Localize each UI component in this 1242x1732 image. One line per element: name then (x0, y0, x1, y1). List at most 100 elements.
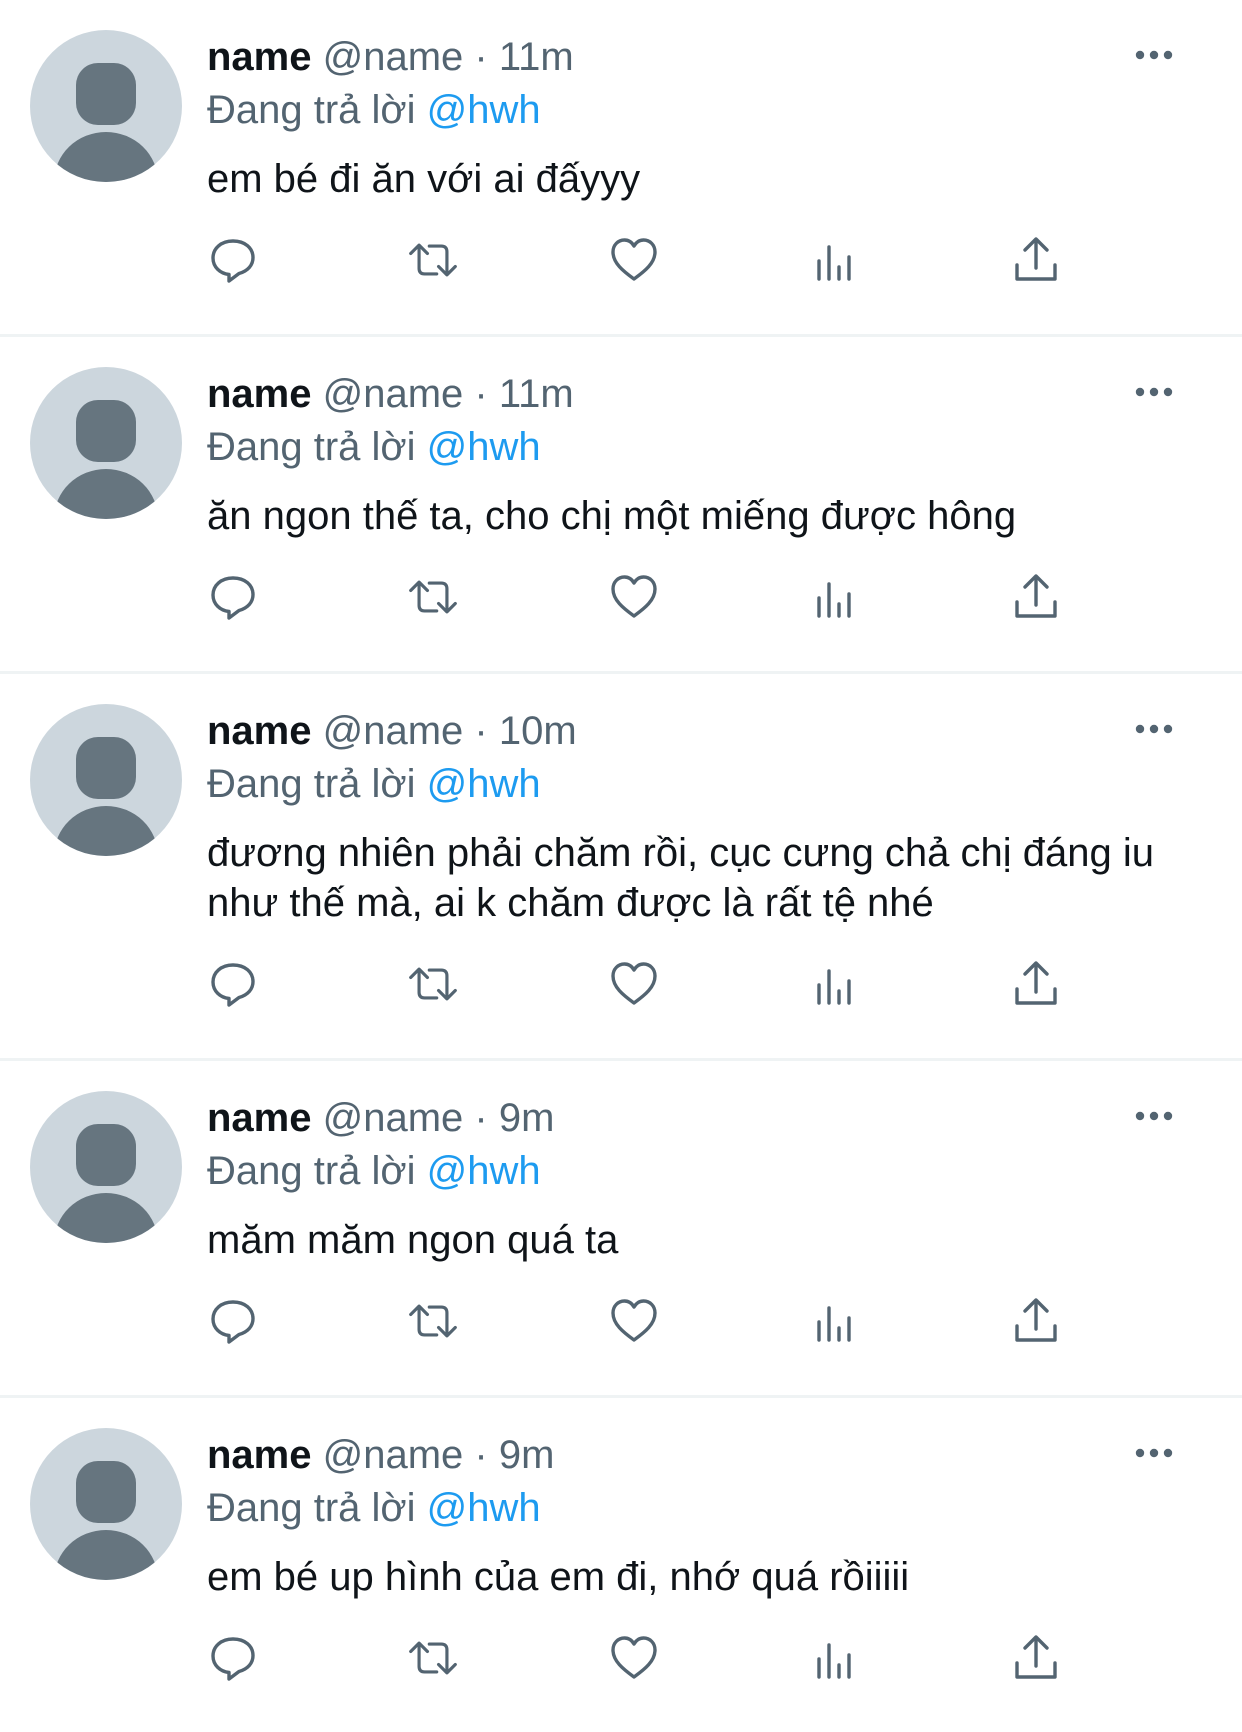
like-icon (611, 1636, 657, 1679)
display-name[interactable]: name (207, 709, 312, 753)
reply-icon (211, 963, 255, 1007)
share-icon (1015, 961, 1057, 1005)
tweet-text: ăn ngon thế ta, cho chị một miếng được h… (207, 494, 1017, 538)
tweet-text: măm măm ngon quá ta (207, 1218, 619, 1262)
views-button[interactable] (809, 234, 861, 286)
like-icon (611, 575, 657, 618)
views-button[interactable] (809, 1295, 861, 1347)
more-icon[interactable] (1134, 1109, 1174, 1123)
handle[interactable]: @name (323, 709, 464, 753)
handle[interactable]: @name (323, 1096, 464, 1140)
reply-button[interactable] (207, 1632, 259, 1684)
display-name[interactable]: name (207, 35, 312, 79)
share-button[interactable] (1010, 234, 1062, 286)
like-button[interactable] (608, 234, 660, 286)
tweet-header: name @name · 9m (207, 1428, 1182, 1482)
retweet-button[interactable] (407, 1295, 459, 1347)
reply-prefix: Đang trả lời (207, 88, 416, 132)
tweet-text: em bé đi ăn với ai đấyyy (207, 157, 641, 201)
timestamp[interactable]: 11m (499, 35, 574, 79)
like-button[interactable] (608, 571, 660, 623)
timestamp[interactable]: 9m (499, 1433, 555, 1477)
reply-mention[interactable]: @hwh (427, 425, 541, 469)
tweet[interactable]: name @name · 10m Đang trả lời @hwh đương… (0, 674, 1242, 1061)
reply-button[interactable] (207, 571, 259, 623)
share-button[interactable] (1010, 1295, 1062, 1347)
retweet-button[interactable] (407, 571, 459, 623)
handle[interactable]: @name (323, 1433, 464, 1477)
more-icon[interactable] (1134, 48, 1174, 62)
timestamp[interactable]: 10m (499, 709, 577, 753)
share-button[interactable] (1010, 571, 1062, 623)
display-name[interactable]: name (207, 1433, 312, 1477)
tweet[interactable]: name @name · 11m Đang trả lời @hwh ăn ng… (0, 337, 1242, 674)
replying-to: Đang trả lời @hwh (207, 421, 1182, 473)
reply-mention[interactable]: @hwh (427, 1486, 541, 1530)
reply-icon (211, 1300, 255, 1344)
display-name[interactable]: name (207, 1096, 312, 1140)
replying-to: Đang trả lời @hwh (207, 758, 1182, 810)
timestamp[interactable]: 11m (499, 372, 574, 416)
reply-button[interactable] (207, 958, 259, 1010)
tweet-header: name @name · 11m (207, 367, 1182, 421)
views-button[interactable] (809, 571, 861, 623)
views-icon (817, 969, 851, 1005)
retweet-icon (409, 967, 457, 1001)
tweet-content: name @name · 11m Đang trả lời @hwh em bé… (207, 30, 1182, 204)
reply-button[interactable] (207, 234, 259, 286)
retweet-button[interactable] (407, 234, 459, 286)
like-icon (611, 962, 657, 1005)
tweet-content: name @name · 10m Đang trả lời @hwh đương… (207, 704, 1182, 928)
tweet[interactable]: name @name · 9m Đang trả lời @hwh em bé … (0, 1398, 1242, 1732)
action-bar (0, 928, 1242, 1058)
more-icon[interactable] (1134, 722, 1174, 736)
reply-prefix: Đang trả lời (207, 1149, 416, 1193)
default-avatar-icon (54, 400, 158, 519)
avatar[interactable] (30, 30, 182, 182)
views-icon (817, 582, 851, 618)
views-button[interactable] (809, 1632, 861, 1684)
share-icon (1015, 1298, 1057, 1342)
tweet[interactable]: name @name · 11m Đang trả lời @hwh em bé… (0, 0, 1242, 337)
handle[interactable]: @name (323, 35, 464, 79)
retweet-icon (409, 1641, 457, 1675)
tweet-text: đương nhiên phải chăm rồi, cục cưng chả … (207, 831, 1155, 925)
tweet-header: name @name · 9m (207, 1091, 1182, 1145)
tweet[interactable]: name @name · 9m Đang trả lời @hwh măm mă… (0, 1061, 1242, 1398)
more-icon[interactable] (1134, 1446, 1174, 1460)
reply-mention[interactable]: @hwh (427, 762, 541, 806)
avatar[interactable] (30, 367, 182, 519)
share-button[interactable] (1010, 958, 1062, 1010)
retweet-button[interactable] (407, 1632, 459, 1684)
like-button[interactable] (608, 1632, 660, 1684)
separator: · (474, 35, 488, 79)
views-button[interactable] (809, 958, 861, 1010)
reply-prefix: Đang trả lời (207, 762, 416, 806)
tweet-content: name @name · 9m Đang trả lời @hwh măm mă… (207, 1091, 1182, 1265)
reply-icon (211, 576, 255, 620)
like-icon (611, 1299, 657, 1342)
like-button[interactable] (608, 1295, 660, 1347)
reply-button[interactable] (207, 1295, 259, 1347)
avatar[interactable] (30, 1428, 182, 1580)
action-bar (0, 1602, 1242, 1732)
retweet-button[interactable] (407, 958, 459, 1010)
separator: · (474, 1096, 488, 1140)
handle[interactable]: @name (323, 372, 464, 416)
more-icon[interactable] (1134, 385, 1174, 399)
like-button[interactable] (608, 958, 660, 1010)
avatar[interactable] (30, 1091, 182, 1243)
timestamp[interactable]: 9m (499, 1096, 555, 1140)
reply-mention[interactable]: @hwh (427, 1149, 541, 1193)
replying-to: Đang trả lời @hwh (207, 84, 1182, 136)
retweet-icon (409, 580, 457, 614)
share-button[interactable] (1010, 1632, 1062, 1684)
retweet-icon (409, 243, 457, 277)
separator: · (474, 372, 488, 416)
display-name[interactable]: name (207, 372, 312, 416)
avatar[interactable] (30, 704, 182, 856)
separator: · (474, 1433, 488, 1477)
reply-mention[interactable]: @hwh (427, 88, 541, 132)
tweet-content: name @name · 11m Đang trả lời @hwh ăn ng… (207, 367, 1182, 541)
default-avatar-icon (54, 737, 158, 856)
